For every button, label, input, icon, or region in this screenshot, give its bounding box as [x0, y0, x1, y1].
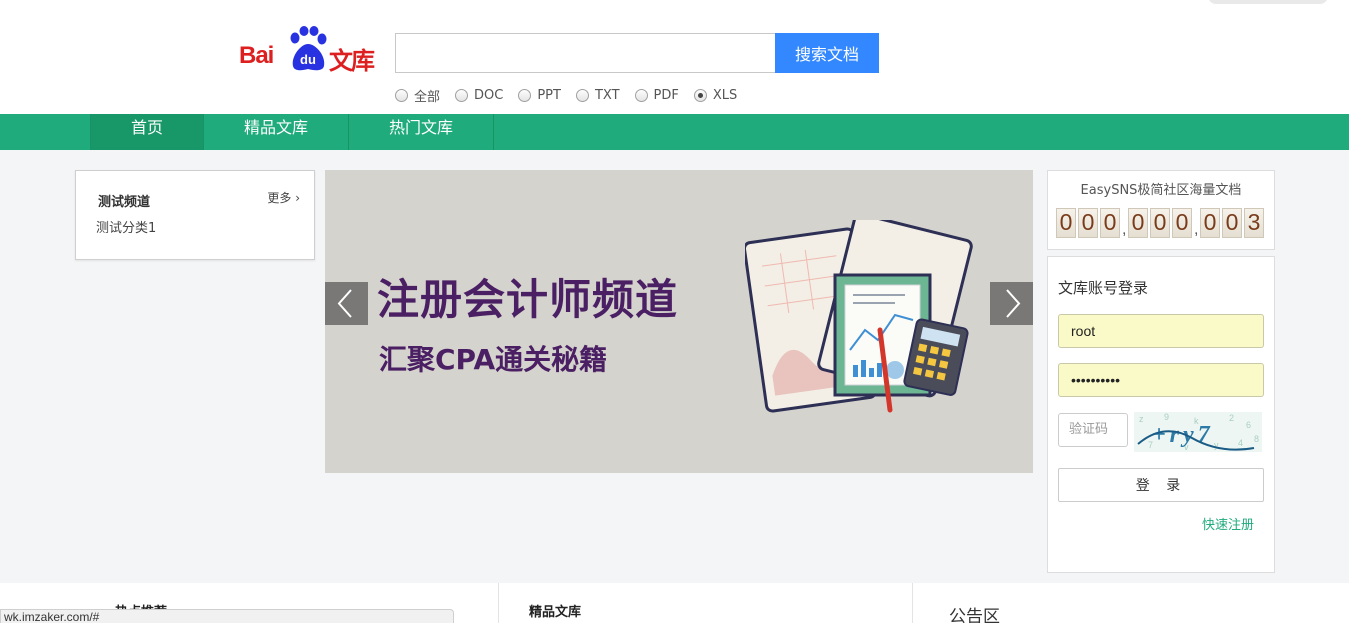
- type-option[interactable]: DOC: [455, 86, 503, 105]
- document-counter: EasySNS极简社区海量文档 000,000,003: [1047, 170, 1275, 250]
- radio-icon[interactable]: [693, 89, 707, 102]
- nav-item-premium[interactable]: 精品文库: [204, 114, 349, 150]
- type-option-label: PPT: [537, 88, 561, 103]
- svg-text:2: 2: [1229, 413, 1234, 423]
- banner-subline: 汇聚CPA通关秘籍: [379, 343, 608, 376]
- counter-separator: ,: [1122, 221, 1127, 238]
- svg-text:8: 8: [1254, 434, 1259, 444]
- accounting-illustration: [745, 220, 973, 413]
- category-more-link[interactable]: 更多 ›: [267, 189, 300, 206]
- type-option-label: 全部: [414, 90, 441, 105]
- notice-section-title: 公告区: [949, 607, 1000, 623]
- login-panel: 文库账号登录 root •••••••••• 验证码 z9k26 7vy48 +…: [1047, 256, 1275, 573]
- type-option[interactable]: PDF: [634, 86, 679, 105]
- nav-item-home[interactable]: 首页: [90, 114, 204, 150]
- type-option[interactable]: XLS: [693, 86, 738, 105]
- counter-separator: ,: [1194, 221, 1199, 238]
- baidu-wenku-logo[interactable]: Bai du 文库: [239, 26, 379, 75]
- logo-text-bai: Bai: [239, 42, 274, 69]
- category-item[interactable]: 测试分类1: [96, 217, 156, 236]
- carousel-next-button[interactable]: [990, 282, 1033, 325]
- counter-digit: 0: [1150, 208, 1170, 238]
- counter-digit: 3: [1244, 208, 1264, 238]
- counter-digit: 0: [1100, 208, 1120, 238]
- category-box: 测试频道 更多 › 测试分类1: [75, 170, 315, 260]
- banner-carousel[interactable]: 注册会计师频道 汇聚CPA通关秘籍: [325, 170, 1033, 473]
- captcha-field[interactable]: 验证码: [1058, 413, 1128, 447]
- radio-icon[interactable]: [518, 89, 532, 102]
- counter-digits: 000,000,003: [1056, 208, 1266, 238]
- type-option-label: XLS: [712, 88, 738, 103]
- type-option-label: PDF: [653, 88, 679, 103]
- svg-text:4: 4: [1238, 438, 1243, 448]
- search-button[interactable]: 搜索文档: [775, 33, 879, 73]
- main-nav: 首页 精品文库 热门文库: [0, 114, 1349, 150]
- doc-type-filter: 全部 DOC PPT TXT PDF XLS: [395, 86, 752, 105]
- counter-title: EasySNS极简社区海量文档: [1080, 183, 1242, 198]
- counter-digit: 0: [1172, 208, 1192, 238]
- type-option[interactable]: TXT: [575, 86, 620, 105]
- type-option-label: DOC: [474, 88, 504, 103]
- username-field[interactable]: root: [1058, 314, 1264, 348]
- carousel-prev-button[interactable]: [325, 282, 368, 325]
- search-input[interactable]: [395, 33, 776, 73]
- browser-status-url: wk.imzaker.com/#: [0, 609, 454, 623]
- banner-headline: 注册会计师频道: [377, 275, 679, 324]
- logo-text-du: du: [300, 52, 316, 67]
- password-field[interactable]: ••••••••••: [1058, 363, 1264, 397]
- logo-text-wenku: 文库: [329, 47, 375, 75]
- type-option[interactable]: 全部: [395, 86, 440, 105]
- category-title[interactable]: 测试频道: [98, 191, 150, 210]
- paw-logo-icon: du: [290, 26, 327, 71]
- radio-icon[interactable]: [634, 89, 648, 102]
- counter-digit: 0: [1128, 208, 1148, 238]
- type-option-label: TXT: [594, 88, 620, 103]
- counter-digit: 0: [1200, 208, 1220, 238]
- login-button[interactable]: 登 录: [1058, 468, 1264, 502]
- chevron-left-icon: [337, 289, 352, 318]
- register-link[interactable]: 快速注册: [1202, 514, 1254, 533]
- svg-text:9: 9: [1164, 412, 1169, 422]
- nav-item-hot[interactable]: 热门文库: [349, 114, 494, 150]
- counter-digit: 0: [1056, 208, 1076, 238]
- radio-icon[interactable]: [575, 89, 589, 102]
- chevron-right-icon: [1006, 289, 1021, 318]
- top-corner-decoration: [1208, 0, 1328, 4]
- svg-text:z: z: [1139, 414, 1144, 424]
- header: Bai du 文库 搜索文档 全部 DOC PPT TXT PDF XLS: [0, 0, 1349, 114]
- section-divider: [498, 583, 499, 623]
- radio-icon[interactable]: [455, 89, 469, 102]
- svg-text:6: 6: [1246, 420, 1251, 430]
- premium-section-title: 精品文库: [529, 605, 582, 620]
- login-title: 文库账号登录: [1058, 279, 1149, 297]
- counter-digit: 0: [1078, 208, 1098, 238]
- section-divider: [912, 583, 913, 623]
- radio-icon[interactable]: [395, 89, 408, 102]
- captcha-image[interactable]: z 9 k 26 7vy48 +ry7: [1134, 412, 1262, 452]
- type-option[interactable]: PPT: [518, 86, 561, 105]
- counter-digit: 0: [1222, 208, 1242, 238]
